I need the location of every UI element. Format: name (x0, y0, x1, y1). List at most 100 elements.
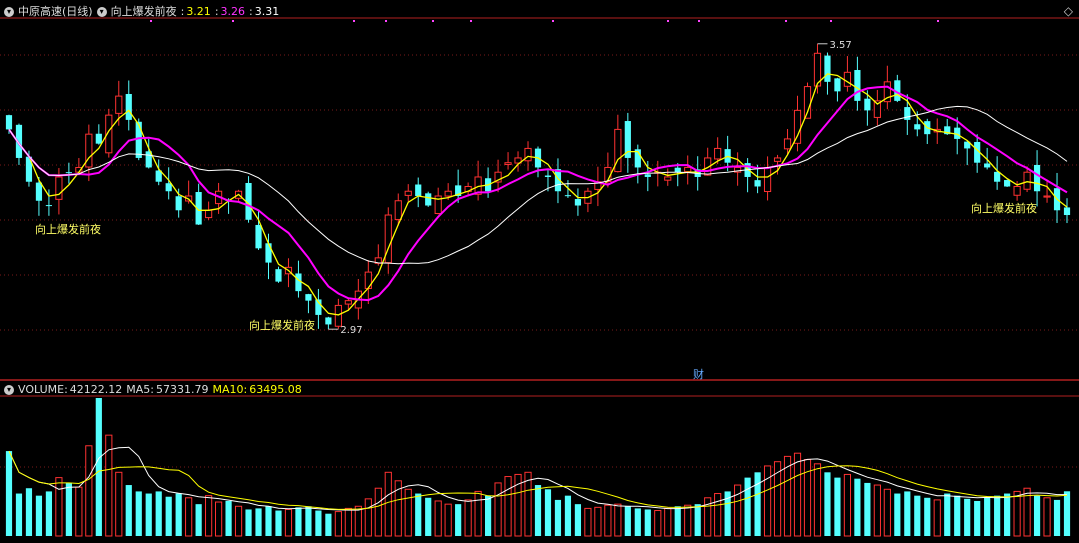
candle-body-down (325, 317, 332, 325)
candle-body-up (404, 190, 412, 196)
volume-bar-down (325, 513, 332, 536)
event-marker (830, 20, 832, 22)
header-separator: : (180, 5, 185, 18)
volume-bar-up (594, 506, 602, 537)
finance-marker: 财 (693, 367, 704, 381)
candle-body-up (344, 300, 352, 305)
volume-bar-down (175, 493, 182, 536)
signal-label-3: 向上爆发前夜 (971, 201, 1037, 215)
volume-bar-up (474, 490, 482, 537)
candle-body-down (125, 93, 132, 120)
candle-body-down (135, 121, 142, 158)
candle-body-down (65, 172, 72, 174)
candle-body-down (275, 269, 282, 282)
candle-body-down (265, 243, 272, 263)
ma-separator: : (214, 5, 219, 18)
volume-bar-down (964, 498, 971, 536)
volume-bar-down (984, 497, 991, 536)
volume-bar-up (215, 501, 223, 537)
candle-body-down (255, 224, 262, 249)
volume-bar-down (25, 488, 33, 536)
volume-bar-up (793, 452, 802, 537)
volume-label: VOLUME: (18, 383, 68, 396)
volume-bar-down (1063, 491, 1071, 536)
volume-bar-up (344, 507, 352, 537)
candle-body-up (1023, 171, 1031, 190)
candle-body-down (305, 294, 312, 301)
ma-value-yellow: 3.21 (186, 5, 211, 18)
volume-bar-down (265, 506, 272, 536)
event-marker (353, 20, 355, 22)
candle-body-up (1043, 195, 1051, 198)
candle-body-down (754, 180, 761, 187)
stock-name[interactable]: 中原高速 (18, 5, 62, 18)
event-marker (385, 20, 387, 22)
volume-bar-down (275, 510, 282, 536)
candle-body-up (684, 166, 692, 173)
volume-bar-up (813, 463, 822, 537)
volume-bar-down (924, 497, 931, 536)
candle-body-up (364, 271, 372, 289)
volume-bar-down (245, 509, 252, 536)
volume-bar-up (714, 493, 722, 537)
kline-chart[interactable]: 向上爆发前夜 向上爆发前夜 向上爆发前夜 2.97 3.57 财 (0, 0, 1079, 539)
candle-body-up (524, 147, 532, 162)
chart-canvas[interactable]: 向上爆发前夜向上爆发前夜向上爆发前夜2.973.57财 (0, 0, 1079, 539)
volume-bar-up (604, 504, 612, 537)
volume-bar-up (464, 499, 472, 537)
volume-bar-up (684, 504, 692, 537)
volume-bar-up (1013, 490, 1021, 537)
volume-bar-down (834, 477, 841, 536)
candle-body-down (834, 78, 841, 92)
candle-body-up (394, 200, 402, 221)
volume-bar-down (315, 510, 322, 536)
volume-bar-down (824, 472, 831, 536)
candle-body-down (165, 183, 172, 192)
volume-chevron-down-icon[interactable]: ▾ (4, 385, 14, 395)
candle-body-up (714, 147, 722, 160)
volume-bar-down (425, 497, 432, 536)
candle-body-up (763, 166, 772, 193)
volume-bar-down (1033, 495, 1041, 536)
candle-body-down (95, 133, 102, 144)
candle-body-up (205, 209, 213, 219)
volume-bar-down (35, 495, 43, 536)
candle-body-down (824, 55, 831, 82)
candle-body-down (574, 199, 582, 206)
candle-body-up (664, 176, 672, 181)
volume-bar-up (933, 499, 941, 537)
volume-bar-down (65, 482, 72, 536)
volume-bar-up (1043, 497, 1051, 537)
volume-bar-down (415, 493, 422, 536)
volume-bar-down (744, 477, 751, 536)
event-marker (698, 20, 700, 22)
indicator-chevron-down-icon[interactable]: ▾ (96, 7, 107, 17)
volume-bar-down (544, 489, 552, 536)
volume-bar-down (484, 495, 492, 536)
candle-body-down (914, 124, 921, 130)
volume-bar-up (614, 503, 622, 537)
volume-bar-up (334, 511, 342, 537)
volume-bar-down (15, 493, 23, 536)
event-marker (470, 20, 472, 22)
indicator-name[interactable]: 向上爆发前夜 (111, 5, 177, 18)
volume-bar-up (664, 507, 672, 537)
volume-bar-down (255, 508, 262, 536)
volume-bar-down (914, 495, 921, 536)
volume-bar-up (843, 473, 852, 537)
candle-body-down (854, 70, 861, 101)
volume-bar-up (85, 445, 93, 537)
volume-bar-down (864, 482, 871, 536)
volume-bar-down (564, 495, 572, 536)
volume-bar-down (1004, 493, 1011, 536)
diamond-icon[interactable]: ◇ (1064, 4, 1073, 18)
candle-body-up (444, 190, 452, 197)
candle-body-down (994, 171, 1001, 182)
candle-body-down (35, 182, 43, 201)
ma5-label: MA5: (126, 383, 155, 396)
volume-bar-up (55, 477, 63, 537)
volume-bar-down (195, 504, 202, 536)
volume-bar-down (1053, 499, 1061, 536)
ma-value-white: 3.31 (254, 5, 280, 18)
chevron-down-icon[interactable]: ▾ (4, 7, 14, 17)
